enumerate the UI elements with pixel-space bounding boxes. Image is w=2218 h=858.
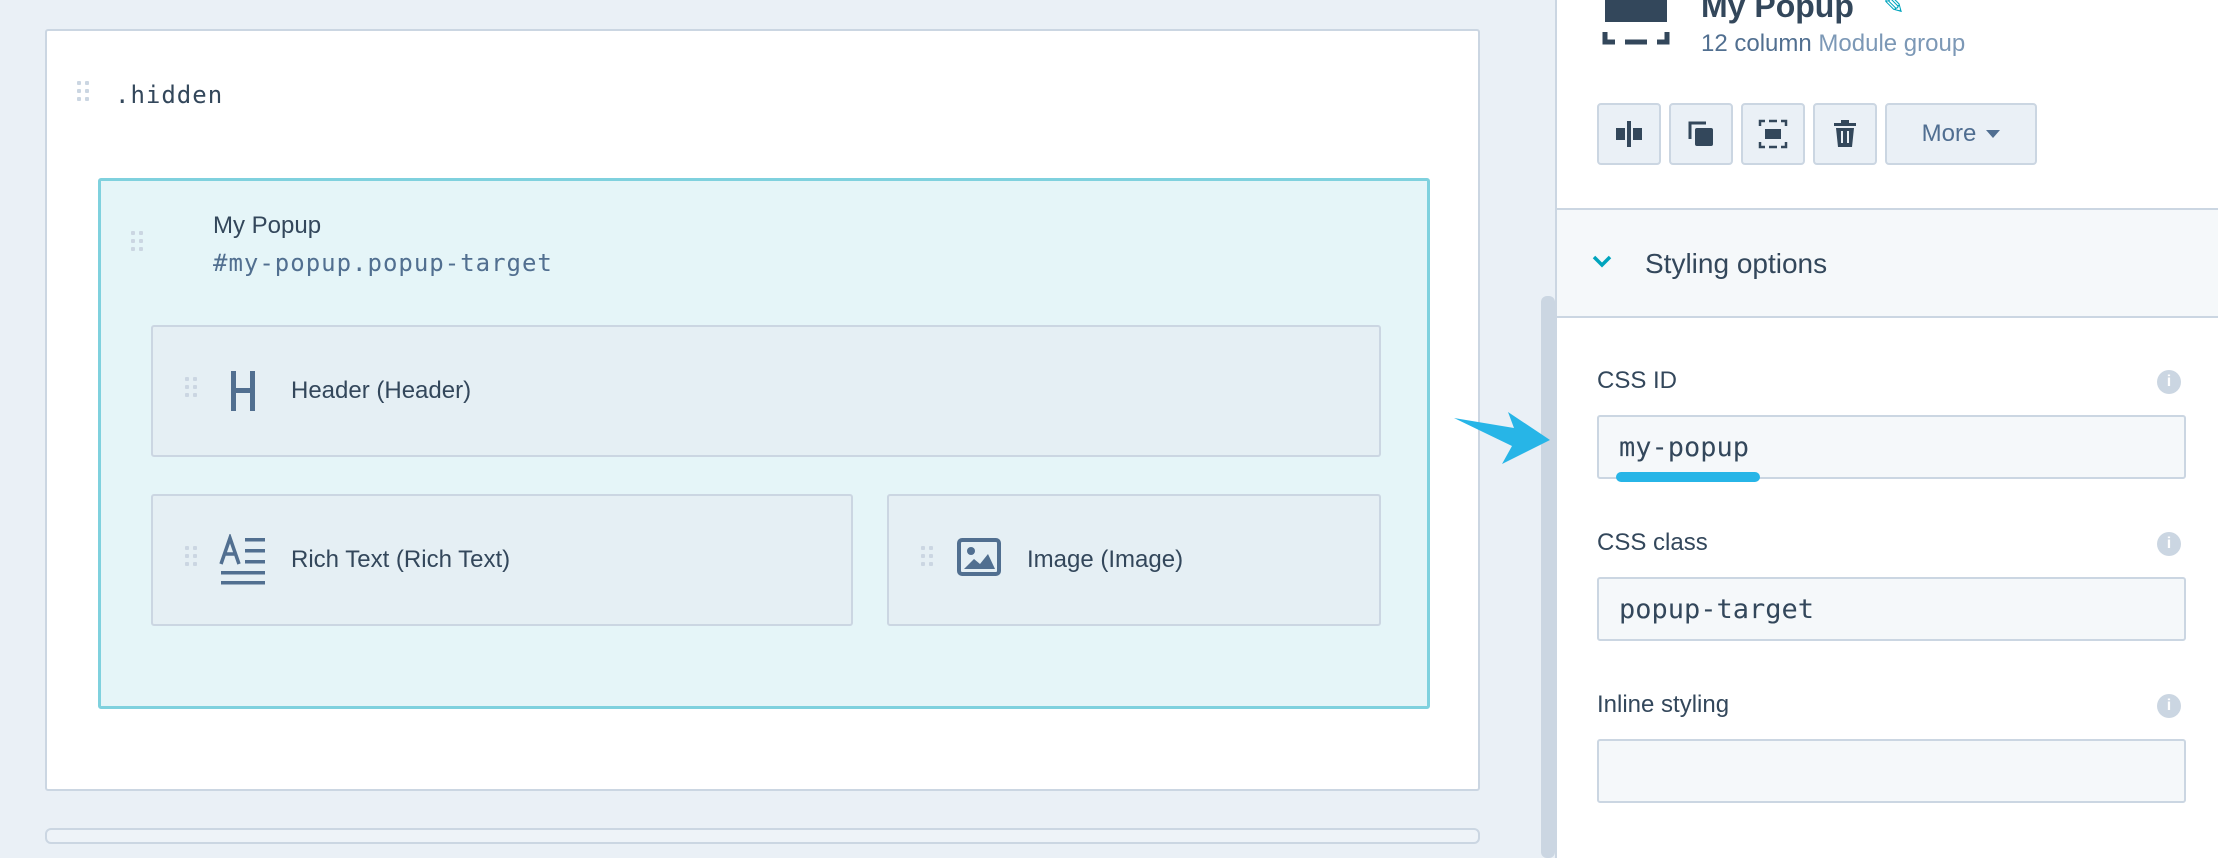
popup-group-selector: #my-popup.popup-target [213, 249, 553, 277]
info-icon[interactable]: i [2157, 370, 2181, 394]
rich-text-module[interactable]: Rich Text (Rich Text) [151, 494, 853, 626]
split-column-button[interactable] [1597, 103, 1661, 165]
inline-styling-input[interactable] [1597, 739, 2186, 803]
popup-group-title: My Popup [213, 212, 322, 239]
chevron-down-icon [1592, 255, 1612, 268]
image-module[interactable]: Image (Image) [887, 494, 1381, 626]
info-icon[interactable]: i [2157, 694, 2181, 718]
delete-button[interactable] [1813, 103, 1877, 165]
image-icon [957, 538, 1001, 576]
outer-group-label: .hidden [115, 81, 224, 109]
header-h-icon [231, 371, 255, 411]
column-count-text: 12 column [1701, 30, 1812, 57]
callout-arrow-icon [1454, 412, 1550, 464]
info-icon[interactable]: i [2157, 532, 2181, 556]
canvas-scrollbar-thumb[interactable] [1541, 296, 1555, 858]
more-button-label: More [1921, 120, 1977, 147]
inline-styling-label: Inline styling [1597, 691, 1730, 718]
select-group-icon [1758, 119, 1788, 149]
css-id-label: CSS ID [1597, 367, 1678, 394]
trash-icon [1834, 120, 1856, 147]
outer-group-hidden[interactable]: .hidden My Popup #my-popup.popup-target … [45, 29, 1480, 791]
css-class-label: CSS class [1597, 529, 1708, 556]
header-module[interactable]: Header (Header) [151, 325, 1381, 457]
css-class-input[interactable] [1597, 577, 2186, 641]
sidebar-title: My Popup [1701, 0, 1854, 24]
header-module-label: Header (Header) [291, 377, 472, 404]
clone-icon [1688, 121, 1713, 146]
styling-options-header[interactable]: Styling options [1557, 208, 2218, 318]
image-module-label: Image (Image) [1027, 546, 1184, 573]
module-group-link[interactable]: Module group [1818, 30, 1965, 57]
select-group-button[interactable] [1741, 103, 1805, 165]
css-id-input[interactable] [1597, 415, 2186, 479]
drag-handle-icon[interactable] [77, 81, 89, 111]
inspector-sidebar: My Popup ✎ 12 column Module group More S… [1555, 0, 2218, 858]
more-dropdown-button[interactable]: More [1885, 103, 2037, 165]
edit-pencil-icon[interactable]: ✎ [1883, 0, 1905, 21]
drag-handle-icon[interactable] [185, 546, 197, 576]
drag-handle-icon[interactable] [131, 231, 143, 261]
styling-options-title: Styling options [1645, 248, 1828, 279]
caret-down-icon [1986, 130, 2001, 138]
next-group-edge[interactable] [45, 828, 1480, 844]
split-column-icon [1616, 121, 1642, 147]
module-group-icon [1602, 0, 1670, 45]
sidebar-subtitle: 12 column Module group [1701, 30, 1965, 58]
popup-module-group[interactable]: My Popup #my-popup.popup-target Header (… [98, 178, 1430, 709]
editor-canvas: .hidden My Popup #my-popup.popup-target … [0, 0, 1555, 858]
highlight-underline [1616, 472, 1760, 482]
clone-button[interactable] [1669, 103, 1733, 165]
rich-text-module-label: Rich Text (Rich Text) [291, 546, 511, 573]
rich-text-icon [219, 534, 265, 585]
drag-handle-icon[interactable] [921, 546, 933, 576]
drag-handle-icon[interactable] [185, 377, 197, 407]
